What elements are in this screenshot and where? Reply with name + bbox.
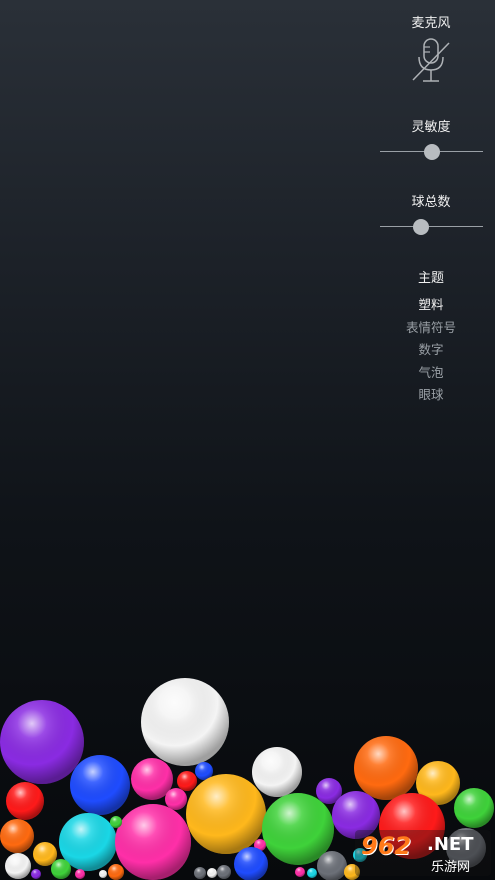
ball-white <box>141 678 229 766</box>
ball-red <box>6 782 44 820</box>
ball-white <box>99 870 107 878</box>
ball-red <box>177 771 197 791</box>
ball-purple <box>31 869 41 879</box>
ball-orange <box>108 864 124 880</box>
ball-blue <box>70 755 130 815</box>
ball-magenta <box>115 804 191 880</box>
ball-green <box>110 816 122 828</box>
ball-magenta <box>165 788 187 810</box>
watermark: 962 .NET 乐游网 <box>355 830 491 876</box>
ball-gray <box>217 865 231 879</box>
ball-cyan <box>307 868 317 878</box>
ball-blue <box>234 847 268 880</box>
ball-orange <box>0 819 34 853</box>
ball-gray <box>194 867 206 879</box>
ball-yellow <box>186 774 266 854</box>
ball-yellow <box>33 842 57 866</box>
ball-gray <box>317 851 347 880</box>
ball-white <box>252 747 302 797</box>
watermark-logo: 962 <box>361 832 412 860</box>
ball-pile <box>0 678 494 880</box>
watermark-suffix: .NET <box>427 834 474 855</box>
ball-green <box>454 788 494 828</box>
watermark-subtitle: 乐游网 <box>431 860 471 875</box>
ball-magenta <box>295 867 305 877</box>
ball-white <box>207 868 217 878</box>
ball-white <box>5 853 31 879</box>
ball-purple <box>0 700 84 784</box>
ball-green <box>51 859 71 879</box>
ball-orange <box>354 736 418 800</box>
ball-magenta <box>75 869 85 879</box>
